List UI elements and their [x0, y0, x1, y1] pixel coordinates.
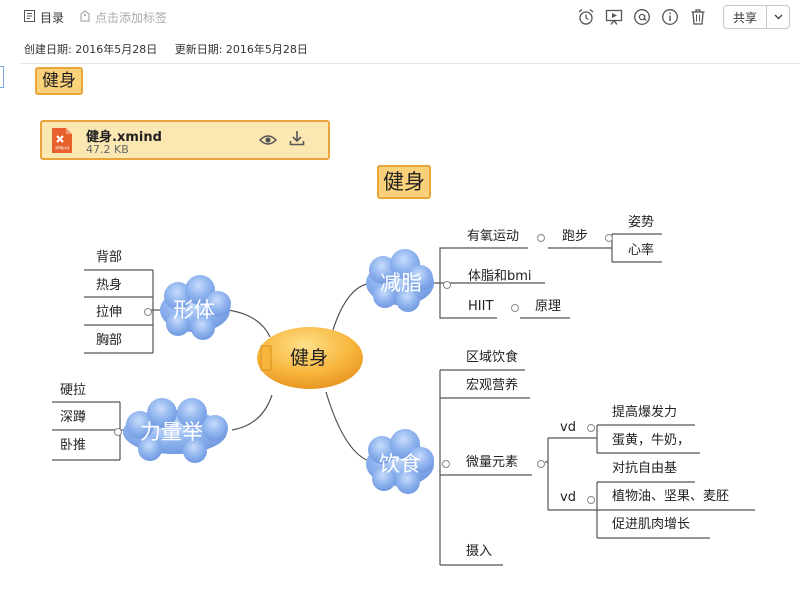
topic-warmup[interactable]: 热身 — [96, 278, 122, 294]
topic-strength[interactable]: 力量举 — [140, 419, 203, 445]
topic-squat[interactable]: 深蹲 — [60, 410, 86, 426]
topic-hiit[interactable]: HIIT — [468, 299, 493, 315]
topic-bmi[interactable]: 体脂和bmi — [468, 269, 532, 285]
topic-running[interactable]: 跑步 — [562, 229, 588, 245]
topic-explosive[interactable]: 提高爆发力 — [612, 405, 677, 421]
topic-fat-loss[interactable]: 减脂 — [380, 270, 422, 296]
topic-deadlift[interactable]: 硬拉 — [60, 383, 86, 399]
topic-bench[interactable]: 卧推 — [60, 438, 86, 454]
topic-vd-1[interactable]: vd — [560, 420, 576, 436]
topic-yolk-milk[interactable]: 蛋黄，牛奶， — [612, 433, 690, 449]
topic-aerobic[interactable]: 有氧运动 — [467, 229, 519, 245]
topic-back[interactable]: 背部 — [96, 250, 122, 266]
topic-muscle[interactable]: 促进肌肉增长 — [612, 517, 690, 533]
topic-heart-rate[interactable]: 心率 — [628, 243, 654, 259]
topic-vd-2[interactable]: vd — [560, 490, 576, 506]
central-topic[interactable]: 健身 — [290, 346, 328, 370]
topic-intake[interactable]: 摄入 — [466, 544, 492, 560]
topic-posture[interactable]: 姿势 — [628, 215, 654, 231]
topic-regional-diet[interactable]: 区域饮食 — [466, 350, 518, 366]
topic-chest[interactable]: 胸部 — [96, 333, 122, 349]
topic-oils[interactable]: 植物油、坚果、麦胚 — [612, 489, 729, 505]
topic-shape[interactable]: 形体 — [173, 297, 215, 323]
topic-diet[interactable]: 饮食 — [379, 451, 421, 477]
topic-principle[interactable]: 原理 — [535, 299, 561, 315]
collapse-markers — [114, 234, 613, 504]
topic-macro[interactable]: 宏观营养 — [466, 378, 518, 394]
mindmap-canvas — [52, 233, 755, 566]
topic-free-radical[interactable]: 对抗自由基 — [612, 461, 677, 477]
topic-stretch[interactable]: 拉伸 — [96, 305, 122, 321]
topic-micro[interactable]: 微量元素 — [466, 455, 518, 471]
